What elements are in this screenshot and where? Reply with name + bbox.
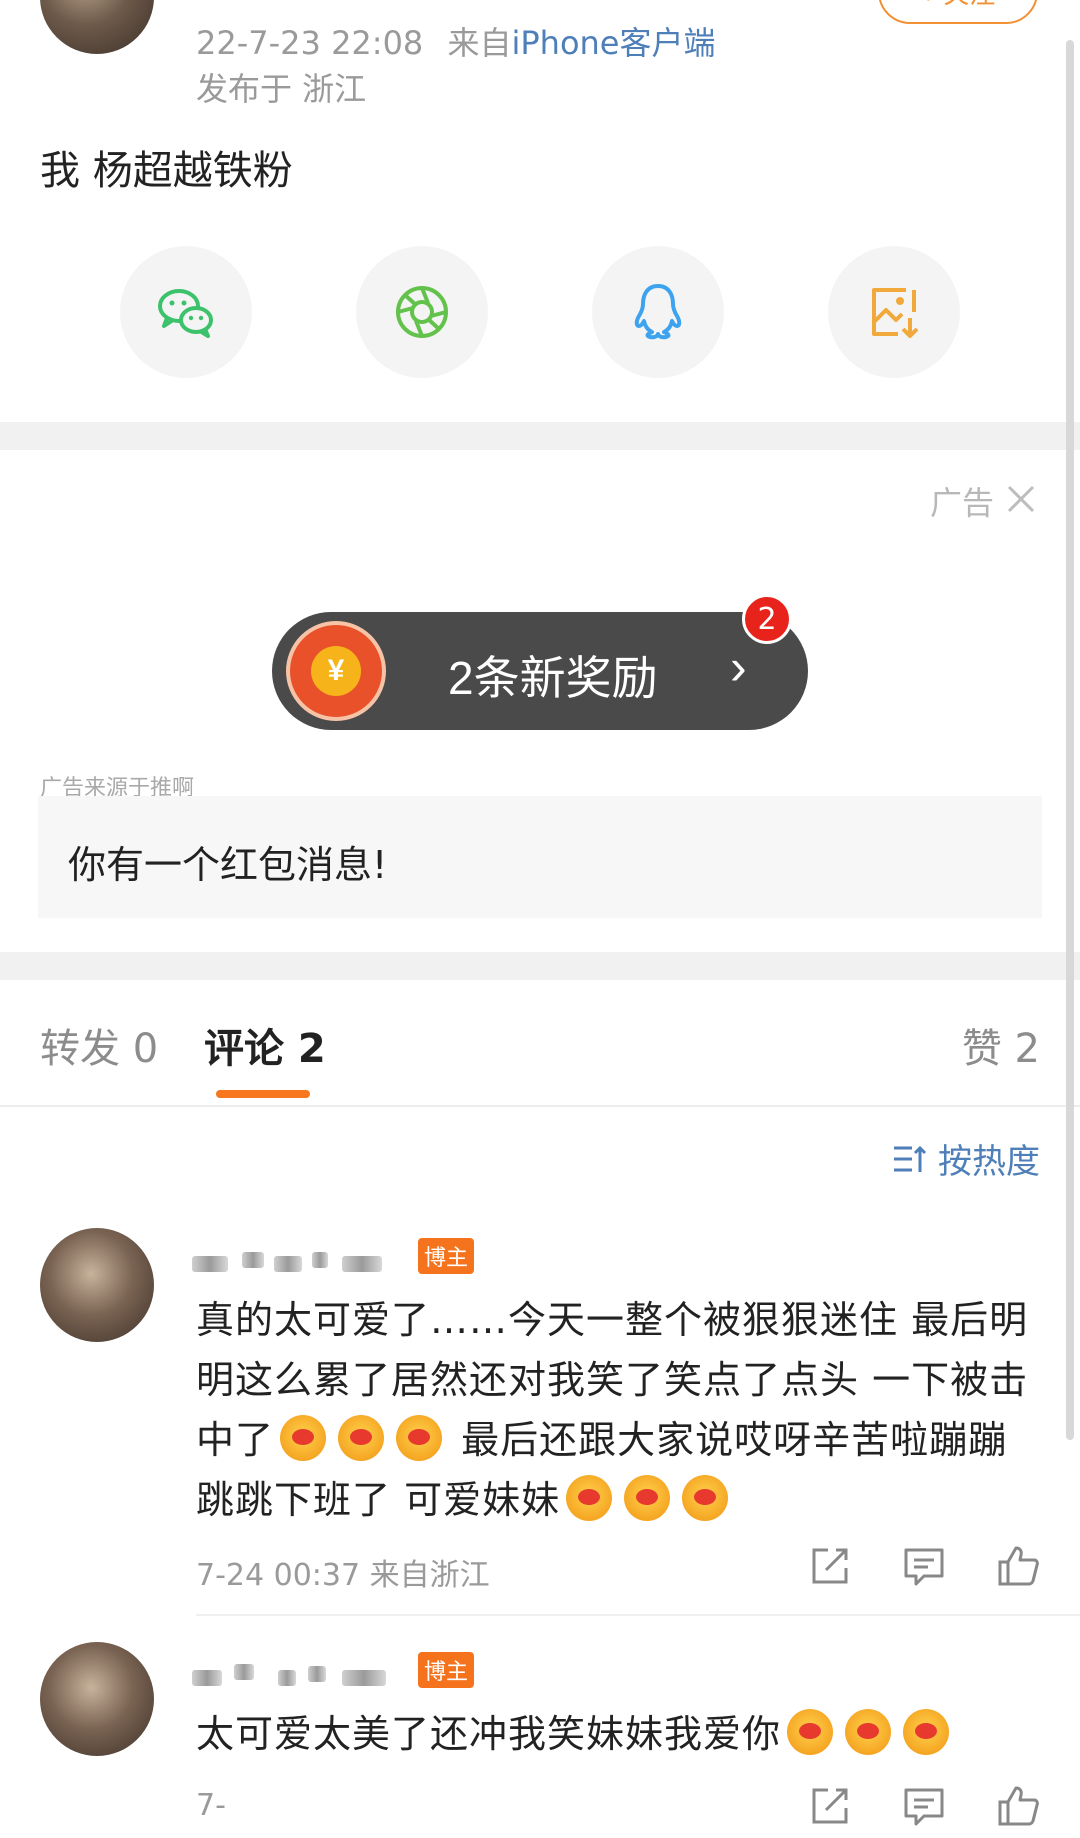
ad-message[interactable]: 你有一个红包消息! — [38, 796, 1042, 918]
follow-button[interactable]: + 关注 — [878, 0, 1038, 24]
section-divider — [0, 952, 1080, 980]
heart-eyes-emoji-icon — [338, 1415, 385, 1461]
close-icon — [1007, 485, 1035, 513]
sort-by-hot-button[interactable]: 按热度 — [890, 1134, 1040, 1183]
commenter-name-blurred[interactable] — [192, 1248, 412, 1278]
coin-icon: ¥ — [311, 646, 361, 696]
reward-button[interactable]: ¥ 2条新奖励 › — [272, 612, 808, 730]
forward-button[interactable] — [808, 1544, 852, 1588]
tab-comment[interactable]: 评论 2 — [204, 1016, 326, 1074]
post-location: 发布于 浙江 — [196, 70, 367, 108]
heart-eyes-emoji-icon — [903, 1709, 950, 1755]
commenter-avatar[interactable] — [40, 1642, 154, 1756]
scrollbar[interactable] — [1066, 40, 1074, 1440]
heart-eyes-emoji-icon — [396, 1415, 443, 1461]
comment-item: 博主 真的太可爱了……今天一整个被狠狠迷住 最后明明这么累了居然还对我笑了笑点了… — [0, 1228, 1080, 1618]
author-badge: 博主 — [418, 1238, 475, 1274]
heart-eyes-emoji-icon — [682, 1475, 729, 1521]
comment-icon — [904, 1548, 944, 1586]
forward-icon — [812, 1548, 848, 1584]
heart-eyes-emoji-icon — [787, 1709, 834, 1755]
thumbs-up-icon — [998, 1786, 1039, 1826]
thumbs-up-icon — [998, 1546, 1039, 1586]
post-text: 我 杨超越铁粉 — [40, 148, 293, 194]
save-image-icon — [872, 288, 919, 338]
author-badge: 博主 — [418, 1652, 475, 1688]
interaction-tabs: 转发 0 评论 2 赞 2 — [0, 990, 1080, 1106]
tabs-divider — [0, 1105, 1080, 1107]
tab-repost[interactable]: 转发 0 — [40, 1016, 158, 1074]
sort-icon — [894, 1145, 927, 1172]
sort-label: 按热度 — [938, 1143, 1040, 1181]
red-envelope-icon: ¥ — [286, 621, 386, 721]
reward-count-badge: 2 — [742, 594, 792, 644]
comment-divider — [196, 1614, 1080, 1616]
author-avatar[interactable] — [40, 0, 154, 54]
comment-text: 太可爱太美了还冲我笑妹妹我爱你 — [196, 1704, 1036, 1764]
comment-time: 7- — [196, 1788, 226, 1823]
post-from-prefix: 来自 — [447, 24, 512, 62]
share-wechat-button[interactable] — [120, 246, 252, 378]
heart-eyes-emoji-icon — [280, 1415, 327, 1461]
comment-text-part: 太可爱太美了还冲我笑妹妹我爱你 — [196, 1712, 782, 1756]
reply-button[interactable] — [902, 1784, 946, 1828]
weibo-post-detail: + 关注 22-7-23 22:08 来自iPhone客户端 发布于 浙江 我 … — [0, 0, 1080, 1838]
section-divider — [0, 422, 1080, 450]
comment-item: 博主 太可爱太美了还冲我笑妹妹我爱你 7- — [0, 1642, 1080, 1838]
comment-text: 真的太可爱了……今天一整个被狠狠迷住 最后明明这么累了居然还对我笑了笑点了点头 … — [196, 1290, 1036, 1530]
chevron-right-icon: › — [730, 639, 747, 695]
heart-eyes-emoji-icon — [624, 1475, 671, 1521]
share-row — [120, 246, 960, 378]
post-meta: 22-7-23 22:08 来自iPhone客户端 — [196, 18, 716, 64]
post-time: 22-7-23 22:08 — [196, 24, 424, 62]
moments-icon — [396, 286, 448, 338]
ad-close-button[interactable] — [1004, 482, 1038, 516]
commenter-avatar[interactable] — [40, 1228, 154, 1342]
comment-icon — [904, 1788, 944, 1826]
tab-like[interactable]: 赞 2 — [962, 1016, 1040, 1074]
reply-button[interactable] — [902, 1544, 946, 1588]
comment-actions — [808, 1784, 1040, 1832]
heart-eyes-emoji-icon — [845, 1709, 892, 1755]
comment-time: 7-24 00:37 来自浙江 — [196, 1558, 490, 1593]
share-moments-button[interactable] — [356, 246, 488, 378]
comment-actions — [808, 1544, 1040, 1592]
active-tab-indicator — [216, 1090, 310, 1098]
like-button[interactable] — [996, 1784, 1040, 1828]
ad-label: 广告 — [930, 484, 995, 522]
forward-button[interactable] — [808, 1784, 852, 1828]
share-qq-button[interactable] — [592, 246, 724, 378]
like-button[interactable] — [996, 1544, 1040, 1588]
qq-icon — [634, 284, 682, 340]
heart-eyes-emoji-icon — [566, 1475, 613, 1521]
post-source[interactable]: iPhone客户端 — [511, 24, 715, 62]
wechat-icon — [158, 289, 213, 338]
reward-text: 2条新奖励 — [448, 652, 658, 704]
save-image-button[interactable] — [828, 246, 960, 378]
commenter-name-blurred[interactable] — [192, 1662, 412, 1692]
forward-icon — [812, 1788, 848, 1824]
